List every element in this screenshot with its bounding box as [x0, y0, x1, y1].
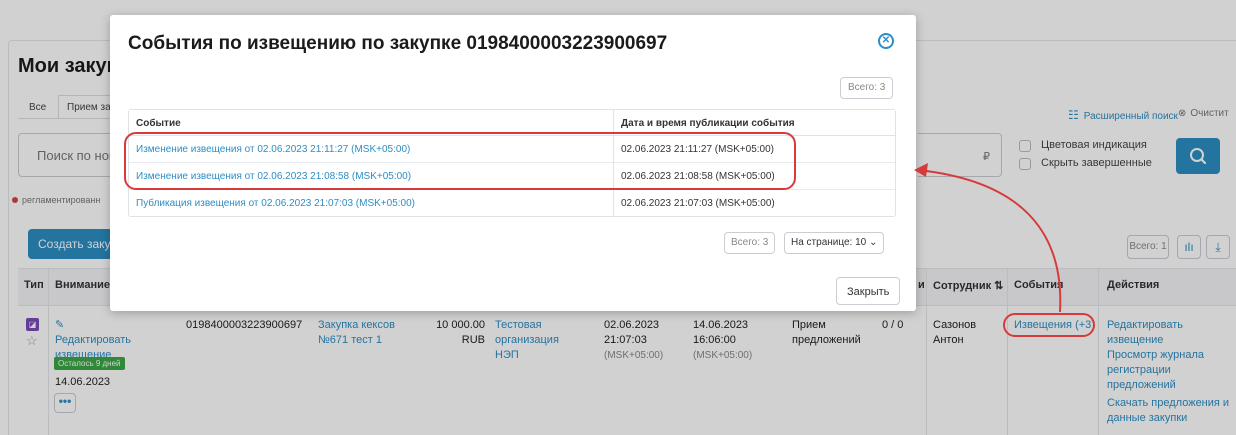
close-button[interactable]: Закрыть — [836, 277, 901, 305]
modal-total-top: Всего: 3 — [840, 77, 894, 99]
highlight-changes — [124, 132, 796, 190]
col-datetime: Дата и время публикации события — [621, 118, 795, 129]
table-row: Публикация извещения от 02.06.2023 21:07… — [129, 190, 895, 217]
col-event: Событие — [136, 118, 181, 129]
event-datetime: 02.06.2023 21:07:03 (MSK+05:00) — [621, 198, 775, 209]
close-circle-icon[interactable]: ✕ — [878, 33, 894, 49]
modal-title: События по извещению по закупке 01984000… — [128, 33, 668, 54]
event-link[interactable]: Публикация извещения от 02.06.2023 21:07… — [136, 198, 415, 209]
per-page-select[interactable]: На странице: 10 ⌄ — [784, 232, 885, 254]
highlight-events-link — [1003, 313, 1095, 337]
modal-total-bottom: Всего: 3 — [724, 232, 776, 254]
